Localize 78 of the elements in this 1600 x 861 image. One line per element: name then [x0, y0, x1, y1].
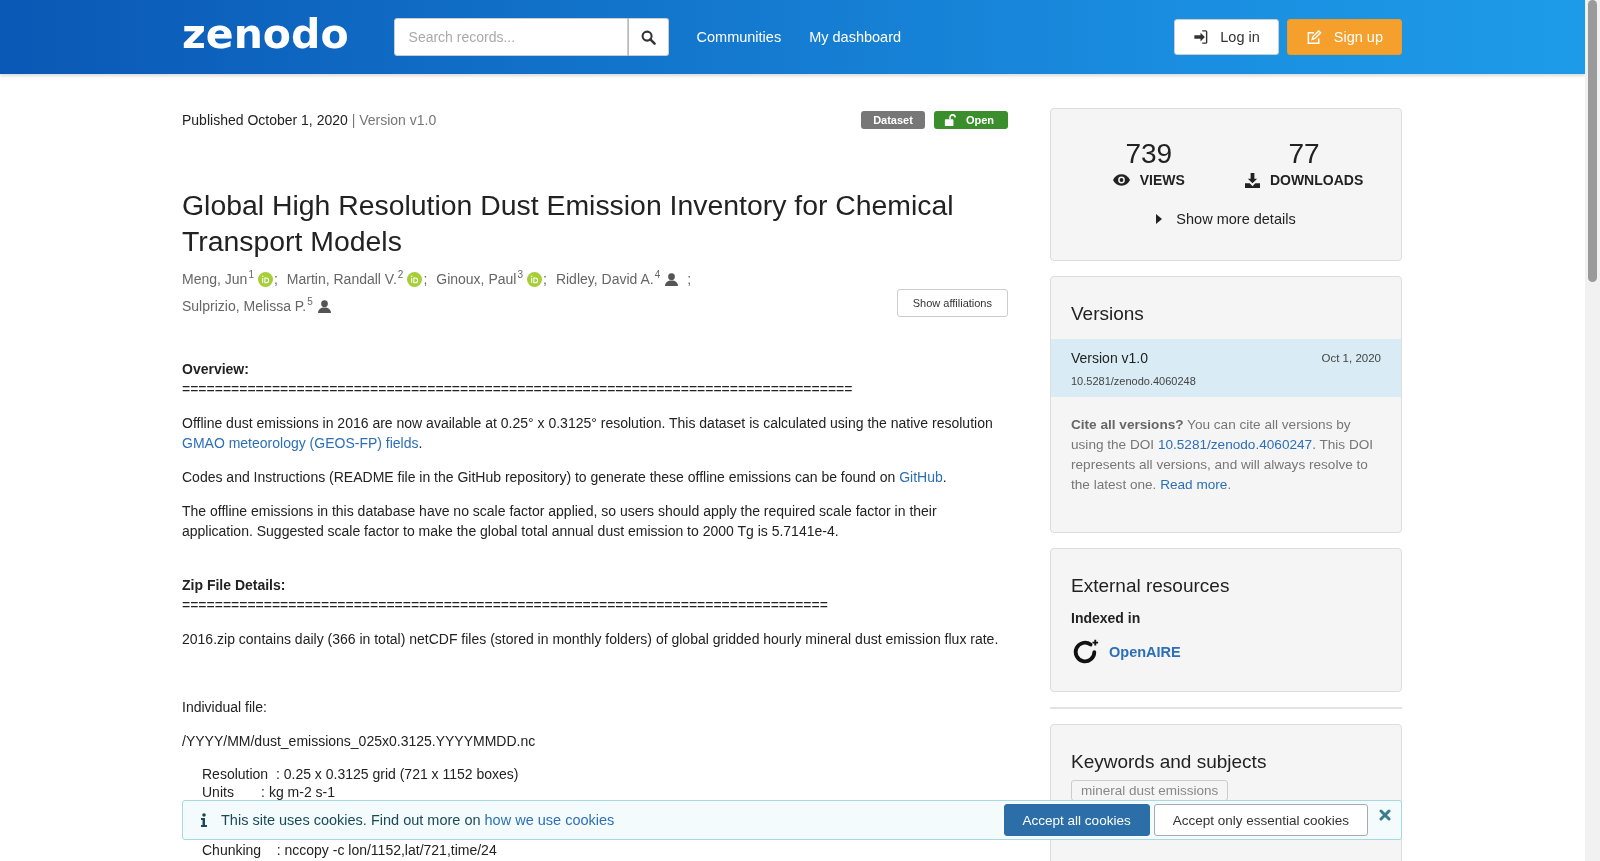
person-icon [664, 273, 680, 286]
info-icon [201, 813, 207, 827]
access-badge: Open [933, 111, 1008, 129]
openaire-link[interactable]: OpenAIRE [1109, 644, 1181, 660]
type-badge: Dataset [861, 111, 925, 129]
affiliation-number: 1 [248, 268, 254, 282]
stat-count: 739 [1125, 138, 1173, 170]
paragraph: 2016.zip contains daily (366 in total) netCDF files (stored in monthly folders) of global gridded hourly mineral dust emission flux rate. [182, 630, 1000, 649]
affiliation-number: 5 [307, 295, 313, 309]
paragraph: The offline emissions in this database have no scale factor applied, so users should apply the required scale factor in their application. Suggested scale factor to make the global total annual dust emission to 2000 Tg is 5.7141e-4. [182, 502, 938, 541]
panel-title: Keywords and subjects [1070, 750, 1268, 774]
cite-paragraph: Cite all versions? You can cite all versions by using the DOI 10.5281/zenodo.4060247. This DOI represents all versions, and will always resolve to the latest one. Read more. [1071, 416, 1375, 494]
edit-icon [1305, 29, 1322, 45]
spec-line: Units : kg m-2 s-1 [201, 784, 337, 800]
panel-title: External resources [1070, 574, 1231, 598]
section-heading: Zip File Details: [182, 576, 287, 595]
separator: ; [543, 270, 547, 289]
close-icon [1379, 809, 1391, 821]
stat-label: VIEWS [1139, 171, 1185, 190]
unlock-icon [943, 114, 956, 126]
author-name[interactable]: Ridley, David A. [555, 266, 654, 293]
nav-link[interactable]: Communities [696, 29, 782, 45]
affiliation-number: 4 [654, 268, 661, 282]
version-label: | Version v1.0 [350, 112, 437, 128]
orcid-icon [257, 272, 273, 287]
search-button[interactable] [627, 18, 669, 56]
paragraph: Codes and Instructions (README file in the GitHub repository) to generate these offline emissions can be found on GitHub. [182, 468, 948, 487]
link[interactable]: GMAO meteorology (GEOS-FP) fields [182, 435, 419, 451]
person-icon [316, 300, 332, 313]
orcid-icon [407, 272, 423, 287]
author-name[interactable]: Martin, Randall V. [286, 266, 397, 293]
section-heading: Overview: [182, 360, 250, 379]
accept-all-button[interactable]: Accept all cookies [1003, 804, 1150, 836]
author-name[interactable]: Ginoux, Paul [436, 266, 517, 293]
show-more-details-toggle[interactable]: Show more details [1156, 211, 1296, 227]
separator-text: ================================================================================== [182, 380, 854, 399]
paragraph: Offline dust emissions in 2016 are now available at 0.25° x 0.3125° resolution. This dataset is calculated using the native resolution GMAO meteorology (GEOS-FP) fields. [182, 414, 994, 453]
stat-label: DOWNLOADS [1269, 171, 1364, 190]
sign-in-icon [1193, 30, 1209, 44]
cookie-message: This site uses cookies. Find out more on how we use cookies [221, 812, 615, 828]
published-date: Published October 1, 2020 [182, 112, 348, 128]
paragraph: /YYYY/MM/dust_emissions_025x0.3125.YYYYMMDD.nc [182, 732, 537, 751]
openaire-logo-icon [1071, 638, 1099, 666]
link[interactable]: how we use cookies [484, 812, 615, 828]
version-item[interactable]: Version v1.0 Oct 1, 2020 10.5281/zenodo.4060248 [1051, 339, 1401, 397]
eye-icon [1112, 174, 1130, 186]
download-icon [1244, 172, 1260, 188]
caret-icon [1156, 214, 1163, 224]
accept-essential-button[interactable]: Accept only essential cookies [1153, 804, 1368, 836]
spec-line: Resolution : 0.25 x 0.3125 grid (721 x 1152 boxes) [201, 766, 520, 782]
text-line: Individual file: [182, 698, 268, 717]
record-title: Global High Resolution Dust Emission Inventory for Chemical Transport Models [182, 188, 955, 259]
author-name[interactable]: Meng, Jun [182, 266, 248, 293]
affiliation-number: 3 [517, 268, 523, 282]
separator: ; [687, 270, 692, 289]
search-icon [640, 29, 656, 45]
close-button[interactable] [1379, 809, 1391, 821]
show-affiliations-button[interactable]: Show affiliations [896, 289, 1008, 317]
separator: ; [273, 270, 278, 289]
nav-link[interactable]: My dashboard [809, 29, 902, 45]
separator: ; [423, 270, 428, 289]
logo[interactable]: zenodo [182, 9, 349, 59]
search-field[interactable]: Search records... [393, 18, 628, 56]
panel-title: Versions [1070, 302, 1145, 326]
stat-count: 77 [1288, 138, 1320, 170]
author-name[interactable]: Sulprizio, Melissa P. [182, 293, 307, 320]
version-label: Version v1.0 [1071, 349, 1149, 368]
version-doi: 10.5281/zenodo.4060248 [1071, 374, 1197, 389]
scrollbar[interactable] [1585, 0, 1600, 861]
affiliation-number: 2 [397, 268, 404, 282]
separator-text: =============================================================================== [182, 596, 829, 615]
subheading: Indexed in [1070, 609, 1142, 628]
version-date: Oct 1, 2020 [1321, 351, 1381, 366]
log-in-button[interactable]: Log in [1174, 19, 1279, 55]
link[interactable]: 10.5281/zenodo.4060247 [1157, 437, 1313, 452]
spec-line: Chunking : nccopy -c lon/1152,lat/721,time/24 [201, 842, 498, 858]
link[interactable]: GitHub [899, 469, 943, 485]
orcid-icon [527, 272, 542, 287]
